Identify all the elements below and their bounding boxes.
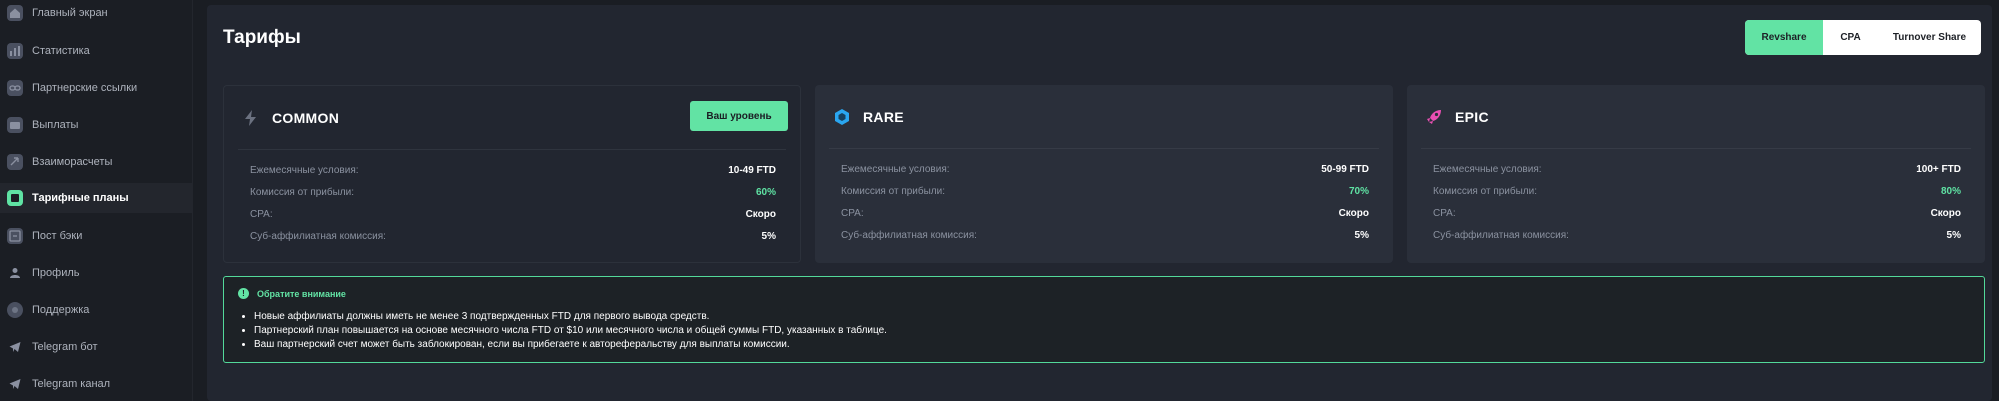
tab-revshare[interactable]: Revshare <box>1745 20 1823 55</box>
notice-box: ! Обратите внимание Новые аффилиаты долж… <box>223 276 1985 363</box>
sidebar-item-payouts[interactable]: Выплаты <box>0 110 193 140</box>
sidebar-item-label: Пост бэки <box>32 230 83 242</box>
tier-card-rare: RARE Ежемесячные условия: 50-99 FTD Коми… <box>815 85 1393 263</box>
tier-row-monthly: Ежемесячные условия: 50-99 FTD <box>841 162 1369 176</box>
sidebar-item-telegram-bot[interactable]: Telegram бот <box>0 332 193 362</box>
tier-row-monthly: Ежемесячные условия: 100+ FTD <box>1433 162 1961 176</box>
row-value: 60% <box>755 186 776 198</box>
sidebar-item-label: Взаиморасчеты <box>32 156 113 168</box>
row-value: Скоро <box>1930 207 1961 219</box>
sidebar-item-support[interactable]: Поддержка <box>0 295 193 325</box>
tier-name: COMMON <box>272 110 340 126</box>
postback-icon <box>7 228 23 244</box>
notice-item: Партнерский план повышается на основе ме… <box>254 324 887 338</box>
row-value: 100+ FTD <box>1916 163 1961 175</box>
tariffs-panel: Тарифы Revshare CPA Turnover Share COMMO… <box>207 5 1992 401</box>
sidebar-item-label: Статистика <box>32 45 90 57</box>
row-label: Суб-аффилиатная комиссия: <box>841 229 977 241</box>
tier-row-monthly: Ежемесячные условия: 10-49 FTD <box>250 163 776 177</box>
tier-row-commission: Комиссия от прибыли: 60% <box>250 185 776 199</box>
notice-list: Новые аффилиаты должны иметь не менее 3 … <box>254 310 887 352</box>
sidebar-item-settlements[interactable]: Взаиморасчеты <box>0 147 193 177</box>
tier-row-sub: Суб-аффилиатная комиссия: 5% <box>1433 228 1961 242</box>
your-level-button[interactable]: Ваш уровень <box>690 101 788 131</box>
row-label: Суб-аффилиатная комиссия: <box>1433 229 1569 241</box>
notice-header: ! Обратите внимание <box>238 288 346 299</box>
row-value: 5% <box>1354 229 1369 241</box>
sidebar-item-label: Профиль <box>32 267 80 279</box>
support-icon <box>7 302 23 318</box>
tier-card-header: RARE <box>833 85 1379 149</box>
rocket-icon <box>1425 108 1443 126</box>
row-value: 10-49 FTD <box>728 164 776 176</box>
row-value: 80% <box>1940 185 1961 197</box>
tier-card-common: COMMON Ваш уровень Ежемесячные условия: … <box>223 85 801 263</box>
sidebar-item-links[interactable]: Партнерские ссылки <box>0 73 193 103</box>
tier-row-cpa: CPA: Скоро <box>250 207 776 221</box>
divider <box>829 148 1379 149</box>
tier-card-header: EPIC <box>1425 85 1971 149</box>
row-value: 50-99 FTD <box>1321 163 1369 175</box>
sidebar: Главный экран Статистика Партнерские ссы… <box>0 0 193 401</box>
row-value: 5% <box>1946 229 1961 241</box>
info-icon: ! <box>238 288 249 299</box>
tier-row-cpa: CPA: Скоро <box>841 206 1369 220</box>
plans-icon <box>7 190 23 206</box>
tier-name: EPIC <box>1455 109 1489 125</box>
row-label: Ежемесячные условия: <box>250 164 359 176</box>
row-value: Скоро <box>1338 207 1369 219</box>
notice-item: Ваш партнерский счет может быть заблокир… <box>254 338 887 352</box>
gem-icon <box>833 108 851 126</box>
row-label: Комиссия от прибыли: <box>250 186 355 198</box>
row-label: Суб-аффилиатная комиссия: <box>250 230 386 242</box>
row-value: 70% <box>1348 185 1369 197</box>
sidebar-item-label: Главный экран <box>32 7 108 19</box>
wallet-icon <box>7 117 23 133</box>
sidebar-item-label: Выплаты <box>32 119 79 131</box>
notice-item: Новые аффилиаты должны иметь не менее 3 … <box>254 310 887 324</box>
tier-row-sub: Суб-аффилиатная комиссия: 5% <box>841 228 1369 242</box>
sidebar-item-label: Партнерские ссылки <box>32 82 138 94</box>
user-icon <box>7 265 23 281</box>
tab-cpa[interactable]: CPA <box>1823 20 1878 55</box>
sidebar-item-profile[interactable]: Профиль <box>0 258 193 288</box>
tier-row-commission: Комиссия от прибыли: 70% <box>841 184 1369 198</box>
tier-name: RARE <box>863 109 904 125</box>
home-icon <box>7 5 23 21</box>
telegram-icon <box>7 339 23 355</box>
tier-row-cpa: CPA: Скоро <box>1433 206 1961 220</box>
row-label: CPA: <box>250 208 273 220</box>
row-label: Ежемесячные условия: <box>1433 163 1542 175</box>
sidebar-item-telegram-channel[interactable]: Telegram канал <box>0 369 193 399</box>
chart-icon <box>7 43 23 59</box>
row-label: CPA: <box>1433 207 1456 219</box>
sidebar-item-statistics[interactable]: Статистика <box>0 36 193 66</box>
notice-title: Обратите внимание <box>257 288 346 299</box>
tab-turnover-share[interactable]: Turnover Share <box>1878 20 1981 55</box>
divider <box>1421 148 1971 149</box>
sidebar-item-label: Тарифные планы <box>32 192 129 204</box>
sidebar-item-label: Поддержка <box>32 304 90 316</box>
sidebar-item-label: Telegram бот <box>32 341 98 353</box>
tier-row-sub: Суб-аффилиатная комиссия: 5% <box>250 229 776 243</box>
telegram-icon <box>7 376 23 392</box>
row-label: CPA: <box>841 207 864 219</box>
tier-row-commission: Комиссия от прибыли: 80% <box>1433 184 1961 198</box>
tier-card-epic: EPIC Ежемесячные условия: 100+ FTD Комис… <box>1407 85 1985 263</box>
link-icon <box>7 80 23 96</box>
sidebar-item-home[interactable]: Главный экран <box>0 0 193 28</box>
plan-type-tabs: Revshare CPA Turnover Share <box>1745 20 1981 55</box>
sidebar-item-label: Telegram канал <box>32 378 111 390</box>
row-label: Комиссия от прибыли: <box>841 185 946 197</box>
bolt-icon <box>242 109 260 127</box>
page-title: Тарифы <box>223 27 301 48</box>
sidebar-item-postbacks[interactable]: Пост бэки <box>0 221 193 251</box>
row-value: 5% <box>761 230 776 242</box>
sidebar-item-plans[interactable]: Тарифные планы <box>0 183 193 213</box>
exchange-icon <box>7 154 23 170</box>
divider <box>238 149 786 150</box>
row-value: Скоро <box>745 208 776 220</box>
row-label: Ежемесячные условия: <box>841 163 950 175</box>
row-label: Комиссия от прибыли: <box>1433 185 1538 197</box>
